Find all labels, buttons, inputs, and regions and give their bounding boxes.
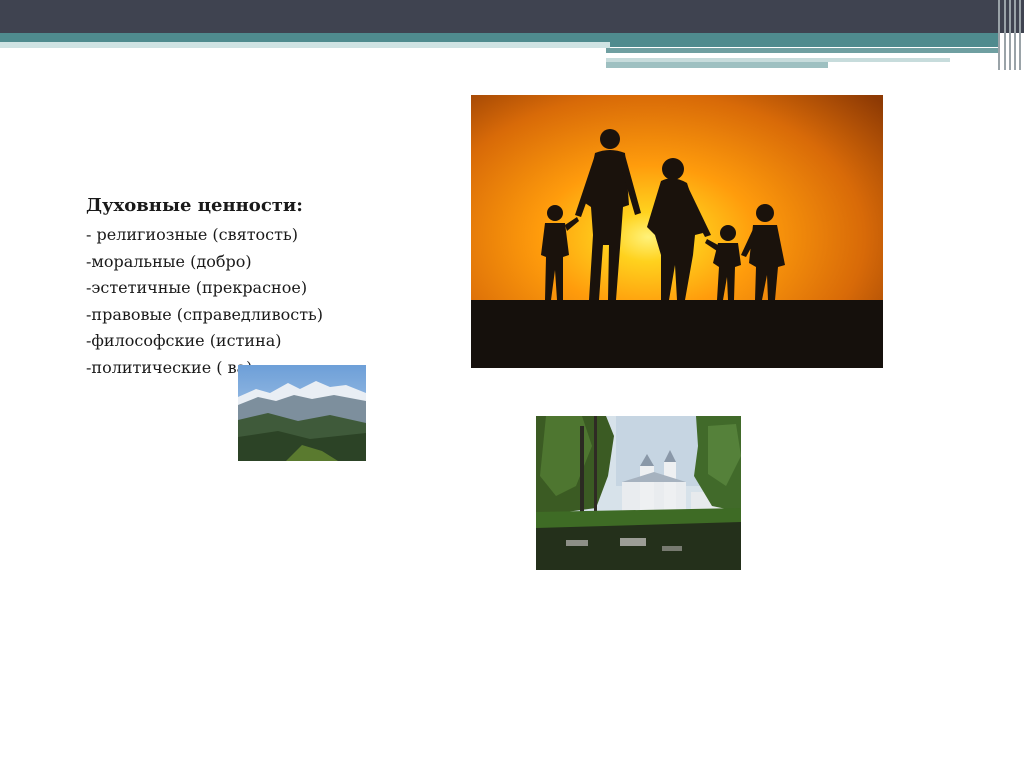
- family-silhouette-sunset-photo: [471, 95, 883, 368]
- list-item: -философские (истина): [86, 331, 282, 350]
- slide-header-bar: [0, 0, 1024, 33]
- list-item: -эстетичные (прекрасное): [86, 278, 308, 297]
- list-item: -правовые (справедливость): [86, 304, 323, 324]
- church-in-trees-photo: [536, 416, 741, 570]
- slide-heading: Духовные ценности:: [86, 195, 303, 216]
- header-accent-strip: [606, 48, 1000, 53]
- header-light-band: [0, 42, 610, 48]
- slide-text-block: Духовные ценности: - религиозные (святос…: [86, 193, 416, 381]
- mountain-landscape-photo: [238, 365, 366, 461]
- list-item: - религиозные (святость): [86, 225, 298, 244]
- list-item: -моральные (добро): [86, 251, 252, 271]
- header-accent-strip: [606, 62, 828, 68]
- header-edge-lines: [996, 0, 1024, 70]
